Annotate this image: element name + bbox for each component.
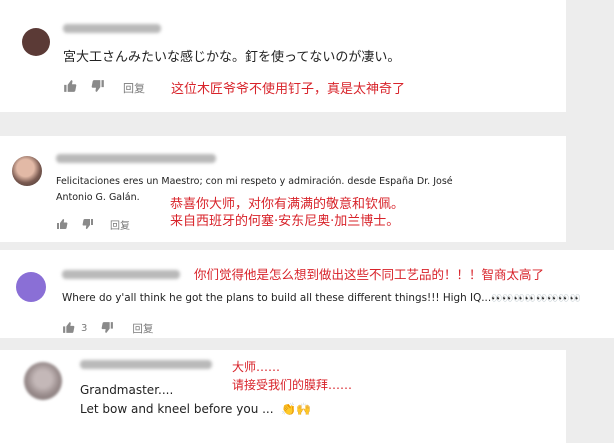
comment-card-1: 宮大工さんみたいな感じかな。釘を使ってないのが凄い。 回复 这位木匠爷爷不使用钉… — [0, 0, 566, 112]
comment-card-3: 你们觉得他是怎么想到做出这些不同工艺品的！！！智商太高了 Where do y'… — [0, 250, 614, 338]
author-name-blurred[interactable] — [62, 270, 180, 279]
comment-card-2: Felicitaciones eres un Maestro; con mi r… — [0, 136, 566, 242]
translation-text: 你们觉得他是怎么想到做出这些不同工艺品的！！！智商太高了 — [194, 267, 545, 282]
comment-text-body: Where do y'all think he got the plans to… — [62, 292, 492, 304]
comment-text-body: Let bow and kneel before you ... — [80, 402, 274, 416]
comment-text-line2: Antonio G. Galán. — [56, 192, 140, 203]
translation-text: 这位木匠爷爷不使用钉子，真是太神奇了 — [171, 82, 406, 97]
avatar[interactable] — [22, 28, 50, 56]
comment-actions: 回复 — [56, 215, 130, 234]
avatar[interactable] — [12, 156, 42, 186]
reply-button[interactable]: 回复 — [123, 80, 145, 96]
author-name-blurred[interactable] — [80, 360, 212, 369]
thumb-down-icon[interactable] — [91, 78, 105, 97]
translation-text-line2: 请接受我们的膜拜…… — [232, 378, 353, 392]
thumb-down-icon[interactable] — [82, 215, 94, 234]
like-count: 3 — [81, 323, 88, 334]
thumb-up-icon[interactable] — [56, 215, 68, 234]
comment-actions: 3 回复 — [62, 319, 153, 338]
comment-text-line2: Let bow and kneel before you ... 👏🙌 — [80, 402, 311, 416]
emoji-eyes: 👀👀👀👀👀👀👀👀 — [491, 294, 581, 304]
thumb-up-icon[interactable] — [63, 78, 77, 97]
comment-text-line1: Felicitaciones eres un Maestro; con mi r… — [56, 176, 453, 187]
comment-text: Where do y'all think he got the plans to… — [62, 292, 581, 304]
reply-button[interactable]: 回复 — [110, 217, 130, 232]
reply-button[interactable]: 回复 — [132, 321, 153, 336]
comment-actions: 回复 — [63, 78, 145, 97]
translation-text-line2: 来自西班牙的何塞·安东尼奥·加兰博士。 — [170, 214, 400, 229]
emoji-clap-hands: 👏🙌 — [281, 402, 312, 416]
author-name-blurred[interactable] — [63, 24, 161, 33]
thumb-up-icon[interactable] — [62, 319, 75, 338]
comment-card-4: 大师…… 请接受我们的膜拜…… Grandmaster.... Let bow … — [0, 350, 566, 443]
comment-text-line1: Grandmaster.... — [80, 383, 174, 397]
translation-text-line1: 大师…… — [232, 360, 281, 374]
avatar[interactable] — [24, 362, 62, 400]
author-name-blurred[interactable] — [56, 154, 216, 163]
avatar[interactable] — [16, 272, 46, 302]
thumb-down-icon[interactable] — [101, 319, 114, 338]
comment-text: 宮大工さんみたいな感じかな。釘を使ってないのが凄い。 — [63, 50, 401, 65]
